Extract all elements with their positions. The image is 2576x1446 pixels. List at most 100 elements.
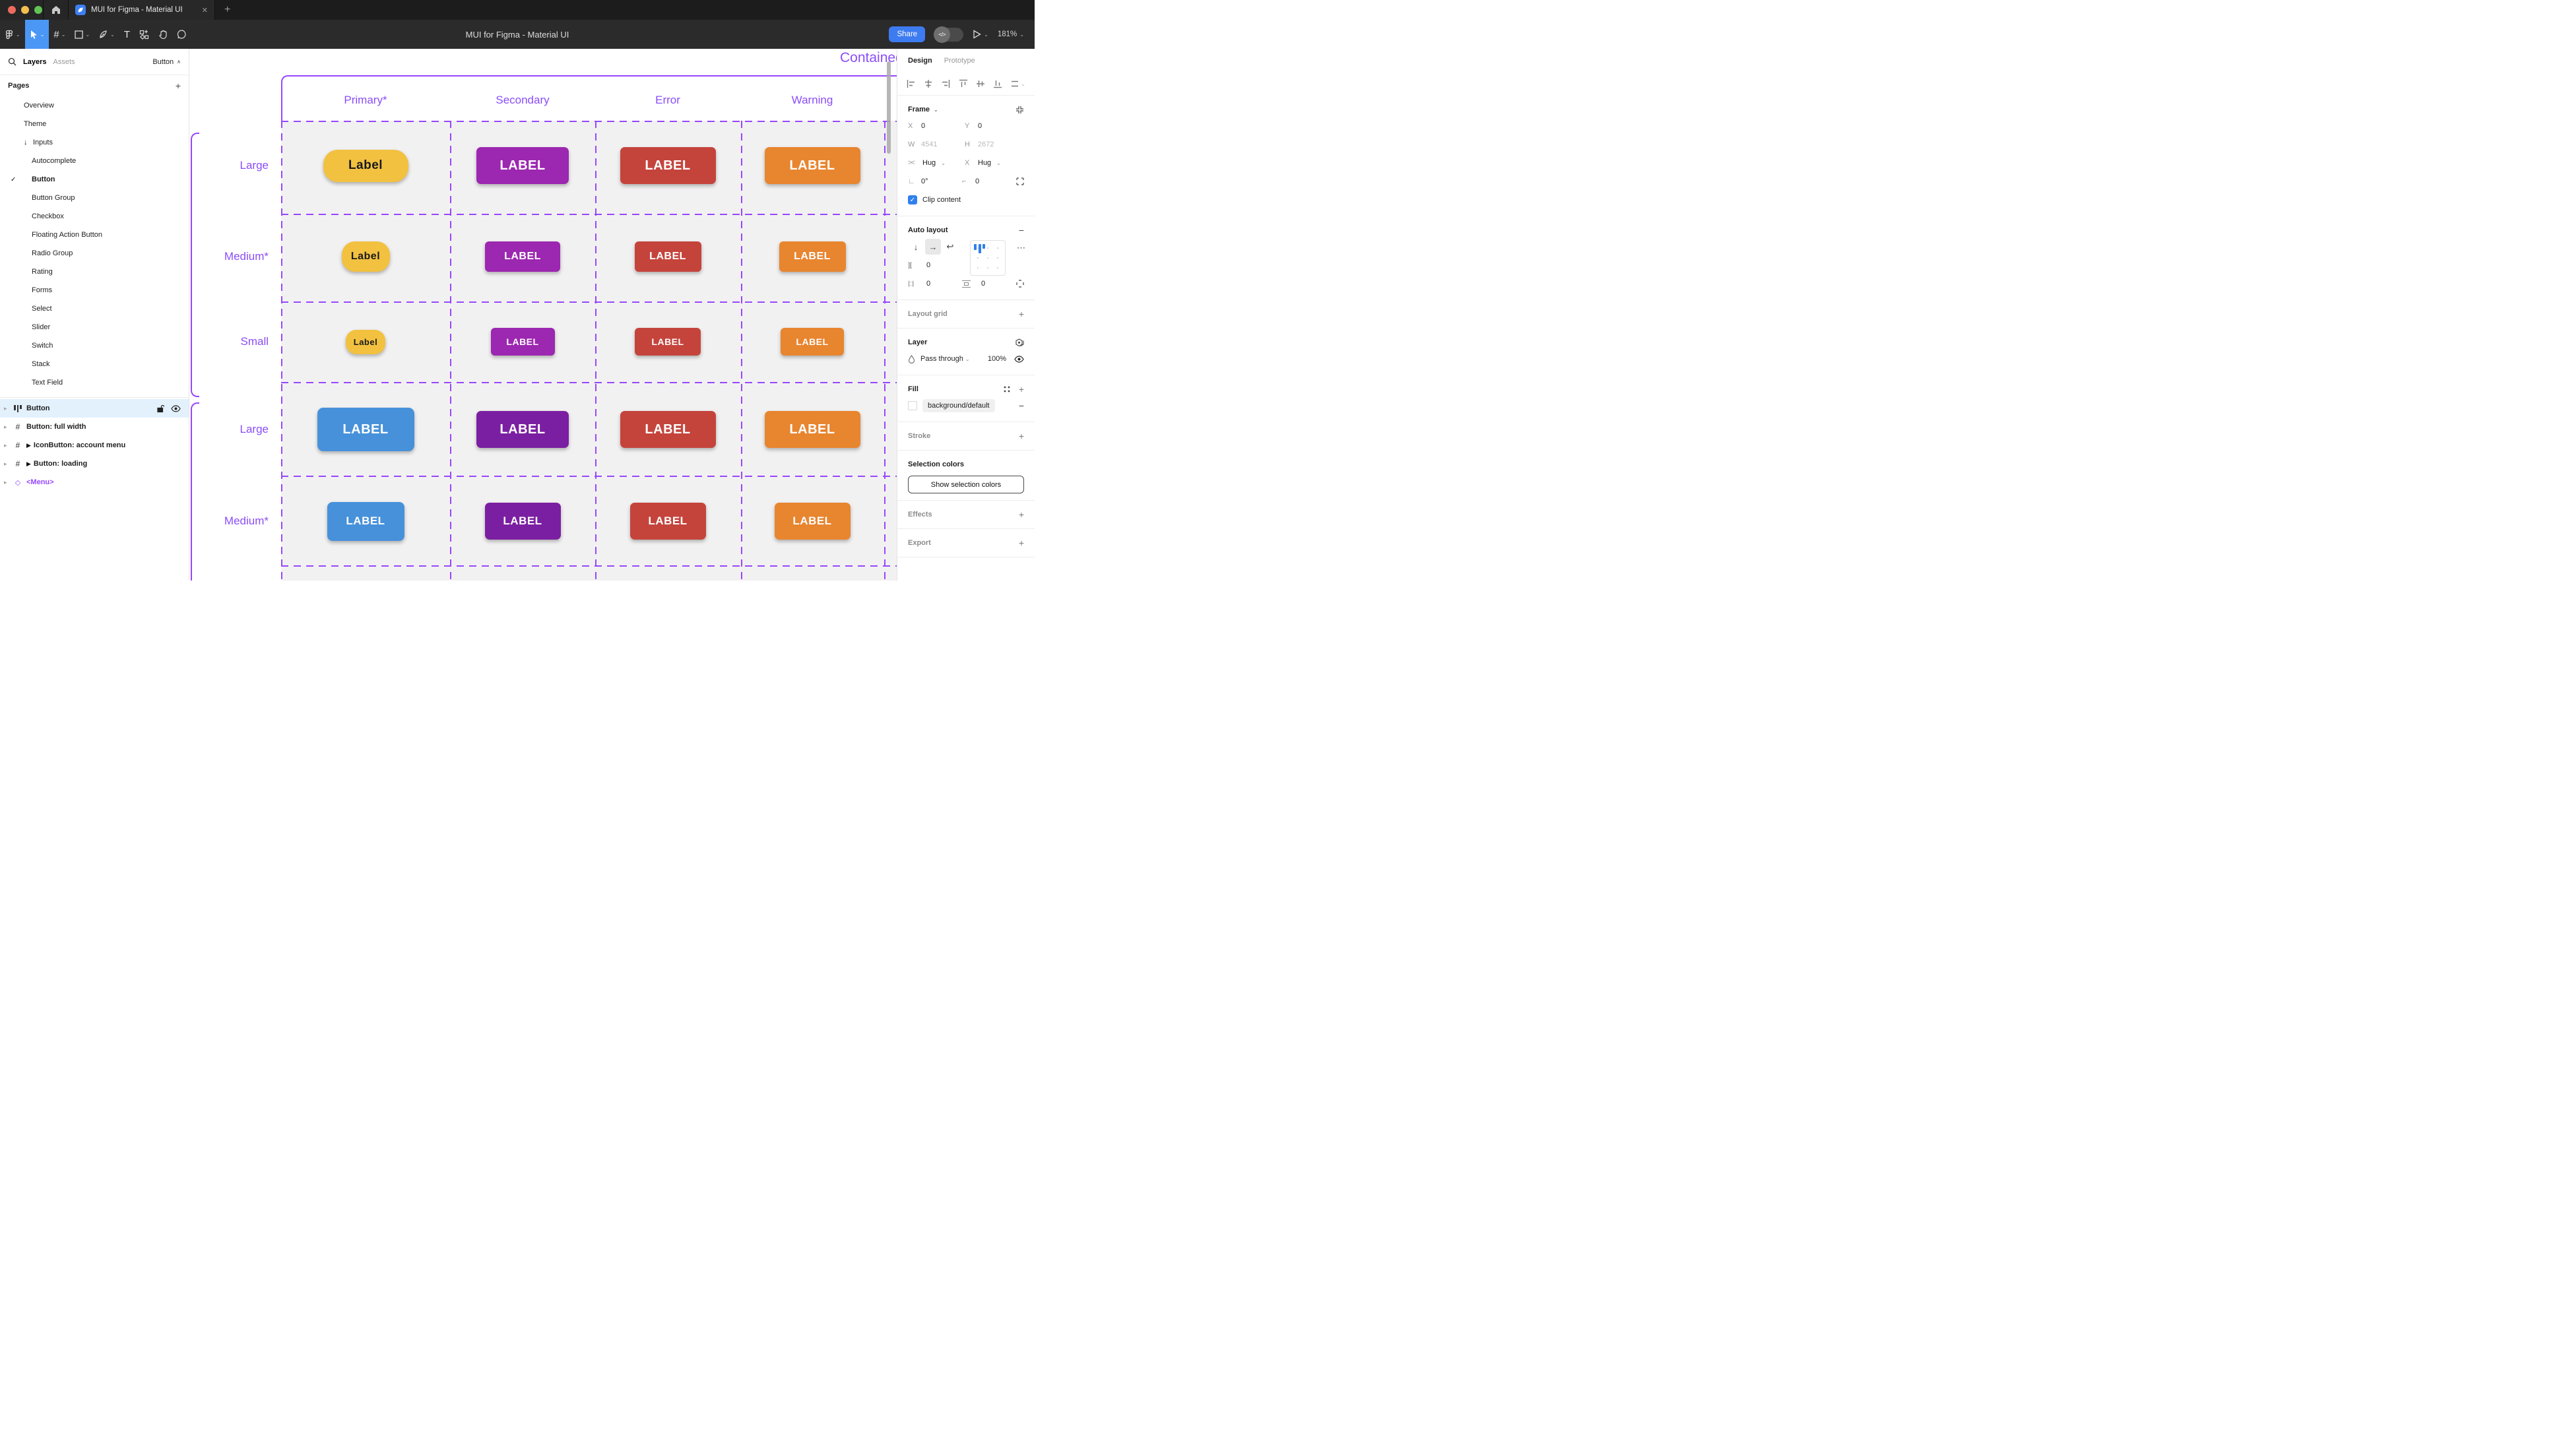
row-label-medium[interactable]: Medium*: [189, 250, 269, 263]
canvas-button-r2-c2[interactable]: LABEL: [635, 328, 701, 356]
column-header-secondary[interactable]: Secondary: [470, 94, 575, 107]
row-label-medium[interactable]: Medium*: [189, 515, 269, 528]
frame-title-label[interactable]: Frame: [908, 106, 930, 113]
add-layout-grid-icon[interactable]: +: [1019, 309, 1024, 319]
page-item-switch[interactable]: Switch: [0, 336, 189, 355]
lock-open-icon[interactable]: [157, 404, 164, 413]
page-item-overview[interactable]: Overview: [0, 96, 189, 115]
comment-tool-button[interactable]: [172, 20, 191, 49]
fill-styles-icon[interactable]: [1003, 385, 1011, 393]
canvas-scrollbar[interactable]: [887, 61, 891, 154]
rotation-field[interactable]: ∟0°: [908, 177, 962, 185]
add-fill-icon[interactable]: +: [1019, 384, 1024, 394]
canvas-button-r4-c2[interactable]: LABEL: [630, 503, 706, 540]
share-button[interactable]: Share: [889, 26, 925, 42]
move-tool-button[interactable]: ⌄: [25, 20, 49, 49]
vertical-resizing-field[interactable]: XHug⌄: [965, 159, 1021, 167]
present-button[interactable]: ⌄: [973, 30, 988, 39]
width-field[interactable]: W4541: [908, 141, 965, 148]
chevron-right-icon[interactable]: ▸: [4, 442, 12, 449]
canvas-button-r2-c3[interactable]: LABEL: [781, 328, 844, 356]
page-item-floating-action-button[interactable]: Floating Action Button: [0, 226, 189, 244]
page-item-button[interactable]: ✓Button: [0, 170, 189, 189]
chevron-right-icon[interactable]: ▸: [4, 405, 12, 412]
eye-icon[interactable]: [1014, 356, 1024, 363]
page-item-text-field[interactable]: Text Field: [0, 373, 189, 392]
remove-auto-layout-icon[interactable]: −: [1019, 225, 1024, 236]
resources-tool-button[interactable]: [135, 20, 154, 49]
pen-tool-button[interactable]: ⌄: [94, 20, 119, 49]
add-export-icon[interactable]: +: [1019, 538, 1024, 548]
page-item-checkbox[interactable]: Checkbox: [0, 207, 189, 226]
row-label-large[interactable]: Large: [189, 159, 269, 172]
page-item-forms[interactable]: Forms: [0, 281, 189, 299]
zoom-level-control[interactable]: 181% ⌄: [998, 30, 1024, 38]
add-stroke-icon[interactable]: +: [1019, 431, 1024, 441]
home-tab[interactable]: [44, 0, 69, 20]
page-item-slider[interactable]: Slider: [0, 318, 189, 336]
clip-content-row[interactable]: ✓ Clip content: [908, 191, 1024, 209]
y-position-field[interactable]: Y0: [965, 122, 1021, 130]
main-menu-button[interactable]: ⌄: [0, 20, 25, 49]
add-effect-icon[interactable]: +: [1019, 509, 1024, 520]
hand-tool-button[interactable]: [154, 20, 172, 49]
align-right-icon[interactable]: [941, 79, 950, 88]
layer-row-iconbutton-account-menu[interactable]: ▸#▶IconButton: account menu: [0, 436, 189, 455]
wrap-layout-button[interactable]: ↩: [942, 239, 958, 255]
chevron-right-icon[interactable]: ▸: [4, 460, 12, 468]
canvas-button-r1-c2[interactable]: LABEL: [635, 241, 701, 272]
column-header-error[interactable]: Error: [615, 94, 721, 107]
row-label-large[interactable]: Large: [189, 423, 269, 436]
blend-mode-select[interactable]: Pass through ⌄: [920, 355, 970, 363]
shape-tool-button[interactable]: ⌄: [70, 20, 94, 49]
page-item-inputs[interactable]: ↓Inputs: [0, 133, 189, 152]
distribute-menu[interactable]: ⌄: [1010, 79, 1025, 88]
chevron-right-icon[interactable]: ▸: [4, 479, 12, 486]
canvas-button-r1-c1[interactable]: LABEL: [485, 241, 560, 272]
horizontal-padding-field[interactable]: |□|0: [908, 280, 962, 288]
align-vertical-center-icon[interactable]: [976, 79, 985, 88]
canvas-button-r1-c0[interactable]: Label: [342, 241, 390, 272]
text-tool-button[interactable]: T: [119, 20, 135, 49]
canvas-button-r3-c2[interactable]: LABEL: [620, 411, 716, 448]
canvas-button-r2-c1[interactable]: LABEL: [491, 328, 555, 356]
page-item-theme[interactable]: Theme: [0, 115, 189, 133]
column-header-warning[interactable]: Warning: [759, 94, 865, 107]
canvas-button-r0-c3[interactable]: LABEL: [765, 147, 860, 184]
frame-tool-button[interactable]: # ⌄: [49, 20, 70, 49]
collapse-icon[interactable]: [1015, 106, 1024, 114]
tab-design[interactable]: Design: [908, 57, 932, 65]
canvas-button-r0-c1[interactable]: LABEL: [476, 147, 569, 184]
vertical-padding-field[interactable]: 0: [962, 280, 1016, 288]
page-item-rating[interactable]: Rating: [0, 263, 189, 281]
horizontal-resizing-field[interactable]: ><Hug⌄: [908, 159, 965, 167]
canvas-button-r4-c0[interactable]: LABEL: [327, 502, 404, 541]
canvas[interactable]: ContainedPrimary*SecondaryErrorWarningLa…: [189, 49, 897, 581]
independent-corners-icon[interactable]: [1016, 177, 1024, 185]
chevron-right-icon[interactable]: ▸: [4, 424, 12, 431]
align-horizontal-center-icon[interactable]: [924, 79, 933, 88]
page-item-autocomplete[interactable]: Autocomplete: [0, 152, 189, 170]
tab-layers[interactable]: Layers: [23, 58, 46, 66]
file-tab[interactable]: MUI for Figma - Material UI ✕: [69, 0, 215, 20]
column-header-primary[interactable]: Primary*: [313, 94, 418, 107]
corner-radius-field[interactable]: ⌐0: [962, 177, 1016, 185]
dev-mode-toggle[interactable]: </>: [934, 28, 963, 42]
page-item-select[interactable]: Select: [0, 299, 189, 318]
page-item-radio-group[interactable]: Radio Group: [0, 244, 189, 263]
search-icon[interactable]: [8, 57, 16, 66]
canvas-button-r3-c0[interactable]: LABEL: [317, 408, 414, 451]
layer-row-button-loading[interactable]: ▸#▶Button: loading: [0, 455, 189, 473]
clip-content-checkbox[interactable]: ✓: [908, 195, 917, 204]
eye-icon[interactable]: [171, 405, 181, 412]
tab-assets[interactable]: Assets: [53, 58, 75, 66]
remove-fill-icon[interactable]: −: [1019, 400, 1024, 411]
alignment-widget[interactable]: [970, 240, 1006, 276]
canvas-button-r1-c3[interactable]: LABEL: [779, 241, 846, 272]
fill-style-name[interactable]: background/default: [922, 399, 995, 412]
align-top-icon[interactable]: [959, 79, 968, 88]
align-bottom-icon[interactable]: [993, 79, 1002, 88]
canvas-button-r2-c0[interactable]: Label: [346, 330, 385, 354]
x-position-field[interactable]: X0: [908, 122, 965, 130]
page-item-button-group[interactable]: Button Group: [0, 189, 189, 207]
